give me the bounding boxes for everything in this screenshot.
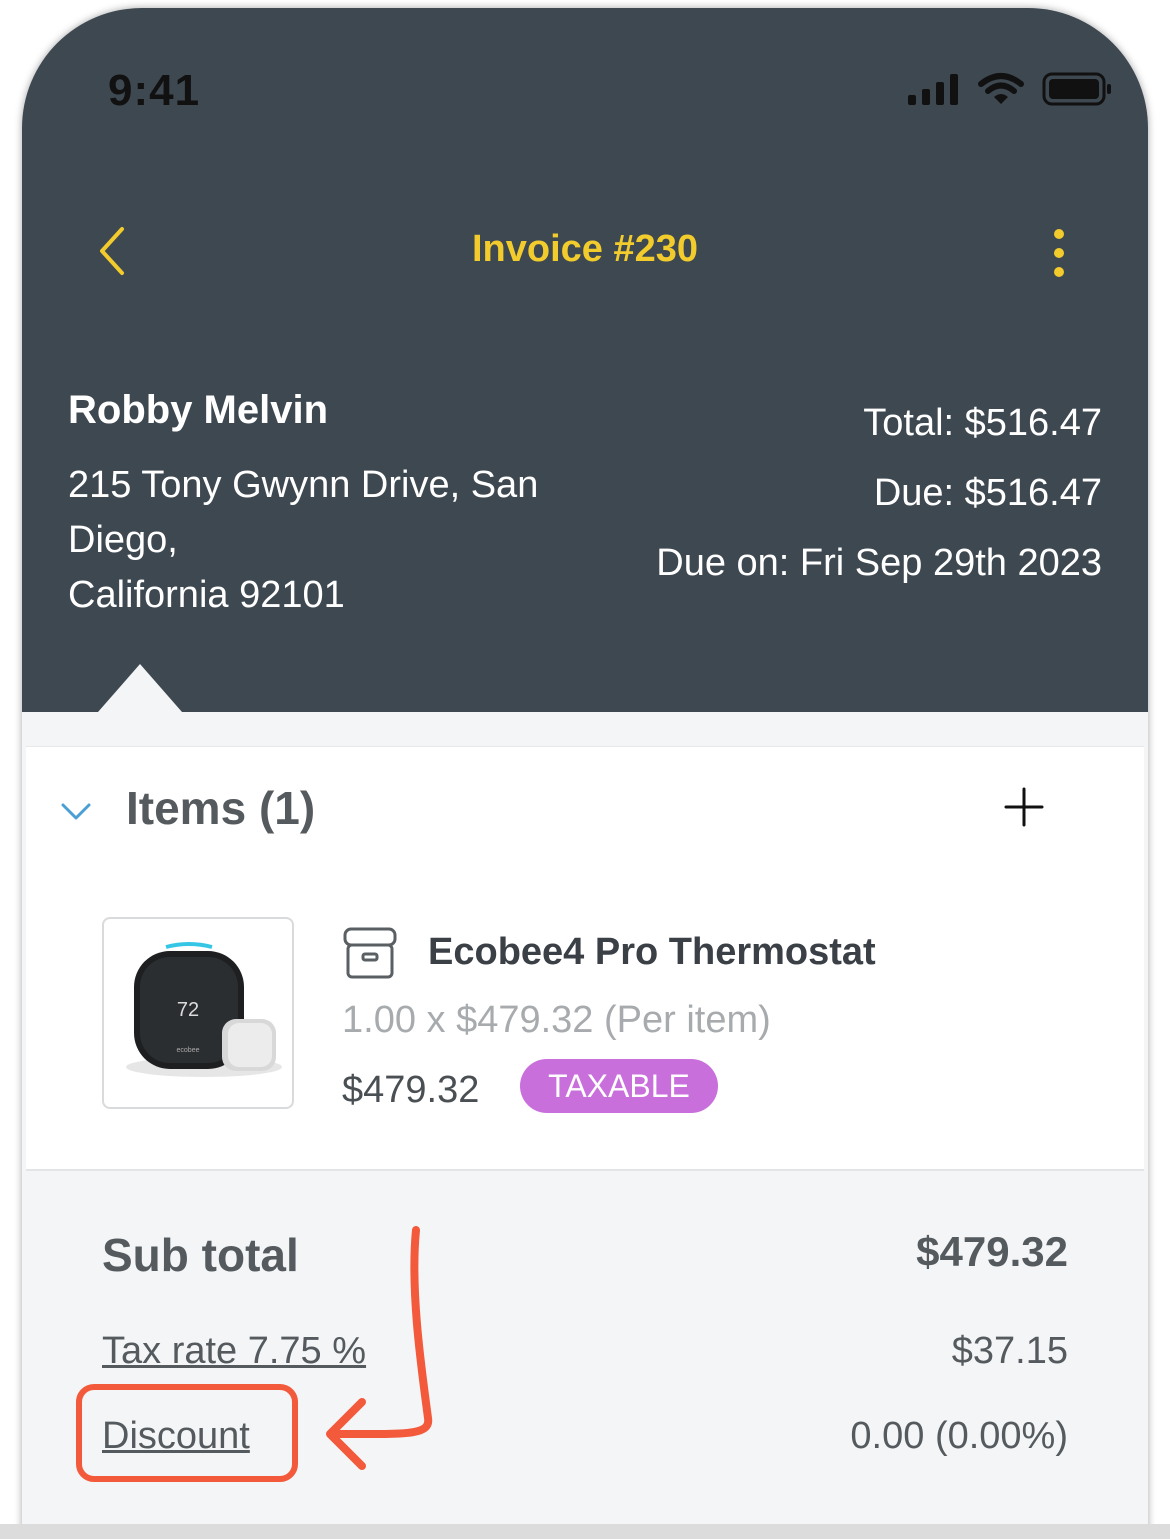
due-amount: Due: $516.47: [873, 472, 1102, 514]
archive-box-icon: [343, 927, 397, 979]
svg-text:72: 72: [177, 999, 199, 1021]
due-date: Due on: Fri Sep 29th 2023: [656, 542, 1102, 584]
subtotal-label: Sub total: [102, 1229, 299, 1281]
item-quantity: 1.00 x $479.32 (Per item): [342, 999, 771, 1041]
taxable-badge: TAXABLE: [520, 1059, 718, 1113]
battery-icon: [1042, 72, 1111, 106]
tax-value: $37.15: [951, 1330, 1068, 1372]
svg-text:ecobee: ecobee: [177, 1047, 200, 1054]
subtotal-value: $479.32: [916, 1228, 1068, 1275]
annotation-highlight-box: [76, 1384, 298, 1482]
plus-icon[interactable]: [1004, 787, 1044, 827]
totals-section: Sub total $479.32 Tax rate 7.75 % $37.15…: [22, 1170, 1148, 1539]
annotation-arrow-icon: [326, 1226, 433, 1470]
items-title[interactable]: Items (1): [126, 781, 315, 835]
section-pointer: [98, 664, 182, 712]
client-name: Robby Melvin: [68, 388, 329, 432]
client-address-line1: 215 Tony Gwynn Drive, San Diego,: [68, 464, 539, 561]
bottom-edge: [0, 1524, 1170, 1539]
status-icons: [908, 72, 1112, 106]
page-title: Invoice #230: [471, 228, 699, 270]
total-amount: Total: $516.47: [863, 402, 1102, 444]
discount-value: 0.00 (0.00%): [850, 1415, 1068, 1457]
client-address: 215 Tony Gwynn Drive, San Diego, Califor…: [68, 458, 598, 623]
invoice-summary: Total: $516.47 Due: $516.47 Due on: Fri …: [656, 388, 1102, 598]
product-image[interactable]: 72 ecobee: [102, 917, 294, 1109]
phone-frame: 9:41 Invoice #230 Robby Melvin 215 Tony …: [22, 8, 1148, 1539]
items-section: Items (1) 72 ecobee Ecobee4 Pro Thermost…: [26, 746, 1144, 1171]
client-address-line2: California 92101: [68, 574, 345, 616]
status-time: 9:41: [108, 66, 201, 115]
chevron-down-icon[interactable]: [60, 801, 92, 823]
more-vertical-icon[interactable]: [1044, 224, 1074, 284]
item-name[interactable]: Ecobee4 Pro Thermostat: [428, 931, 876, 974]
thermostat-image: 72 ecobee: [126, 942, 282, 1077]
item-price: $479.32: [342, 1069, 480, 1111]
signal-icon: [908, 74, 958, 105]
wifi-icon: [978, 73, 1024, 104]
invoice-header: 9:41 Invoice #230 Robby Melvin 215 Tony …: [22, 8, 1148, 712]
